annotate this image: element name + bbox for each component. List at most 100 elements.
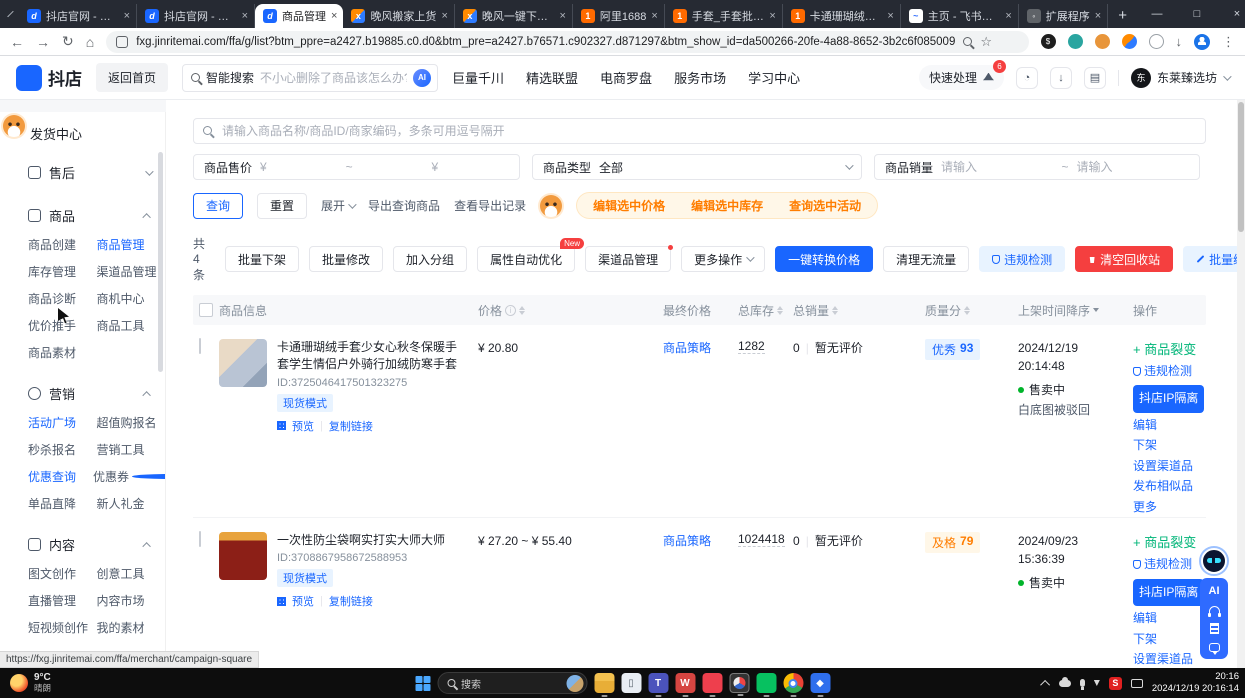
sidebar-item-product-manage[interactable]: 商品管理	[97, 236, 166, 253]
select-all-checkbox[interactable]	[199, 303, 213, 317]
sidebar-item-channel-product[interactable]: 渠道品管理	[97, 263, 166, 280]
sidebar-item-article-create[interactable]: 图文创作	[28, 565, 97, 582]
url-text[interactable]: fxg.jinritemai.com/ffa/g/list?btm_ppre=a…	[136, 36, 955, 48]
scrollbar-thumb[interactable]	[1238, 102, 1244, 232]
empty-trash-button[interactable]: 清空回收站	[1075, 246, 1173, 272]
chat-icon[interactable]	[1209, 643, 1220, 652]
set-channel-link[interactable]: 设置渠道品	[1133, 459, 1193, 473]
product-split-link[interactable]: + 商品裂变	[1133, 532, 1206, 554]
sidebar-item-stock-manage[interactable]: 库存管理	[28, 263, 97, 280]
nav-dianshang-luopan[interactable]: 电商罗盘	[600, 68, 652, 87]
reset-button[interactable]: 重置	[257, 193, 307, 219]
export-products-link[interactable]: 导出查询商品	[368, 197, 440, 214]
tab-search-chevron-icon[interactable]	[7, 11, 13, 17]
shop-account-menu[interactable]: 东 东莱臻选坊	[1131, 68, 1229, 88]
ai-button[interactable]: AI	[1209, 585, 1220, 597]
back-home-button[interactable]: 返回首页	[96, 63, 168, 92]
product-title[interactable]: 卡通珊瑚绒手套少女心秋冬保暖手套学生情侣户外骑行加绒防寒手套	[277, 339, 464, 374]
ai-robot-icon[interactable]	[1201, 548, 1227, 574]
taskbar-wechat-icon[interactable]	[756, 673, 776, 693]
tray-display-icon[interactable]	[1131, 679, 1143, 688]
sidebar-item-video-create[interactable]: 短视频创作	[28, 619, 97, 636]
taskbar-weather-widget[interactable]: 9°C 晴朗	[0, 672, 61, 693]
sales-min-input[interactable]	[941, 160, 1053, 174]
stock-value[interactable]: 1024418	[738, 532, 785, 547]
product-split-link[interactable]: + 商品裂变	[1133, 339, 1206, 361]
sidebar-group-aftersale-header[interactable]: 售后	[0, 157, 165, 188]
product-search-input[interactable]	[193, 118, 1206, 144]
clean-no-traffic-button[interactable]: 清理无流量	[883, 246, 969, 272]
browser-tab[interactable]: 抖店官网 - 抖音小×	[19, 4, 137, 28]
home-icon[interactable]: ⌂	[86, 34, 94, 50]
workbench-icon[interactable]: ▤	[1084, 67, 1106, 89]
window-close-button[interactable]: ×	[1217, 0, 1245, 28]
query-selected-activity-link[interactable]: 查询选中活动	[789, 197, 861, 214]
tab-close-icon[interactable]: ×	[331, 10, 337, 22]
doudian-logo[interactable]: 抖店	[16, 65, 82, 91]
tab-close-icon[interactable]: ×	[1005, 10, 1011, 22]
site-info-icon[interactable]	[116, 36, 128, 48]
taskbar-chrome-icon[interactable]	[783, 673, 803, 693]
sidebar-item-value-buy[interactable]: 超值购报名	[97, 414, 166, 431]
downloads-icon[interactable]: ↓	[1176, 34, 1183, 49]
browser-tab[interactable]: 主页 - 飞书云文档×	[901, 4, 1019, 28]
taskbar-wps-icon[interactable]: W	[675, 673, 695, 693]
quality-score-chip[interactable]: 及格79	[925, 532, 980, 553]
sidebar-item-coupon[interactable]: 优惠券	[93, 468, 165, 485]
window-minimize-button[interactable]: —	[1137, 0, 1177, 28]
sidebar-item-product-create[interactable]: 商品创建	[28, 236, 97, 253]
tray-expand-icon[interactable]	[1040, 679, 1050, 689]
sidebar-item-coupon-query[interactable]: 优惠查询	[28, 468, 93, 485]
nav-juliang-qianchuan[interactable]: 巨量千川	[452, 68, 504, 87]
browser-profile-avatar[interactable]	[1194, 34, 1210, 50]
quick-process-button[interactable]: 快速处理 6	[919, 65, 1004, 90]
browser-tab[interactable]: 抖店官网 - 抖音小×	[137, 4, 255, 28]
tab-close-icon[interactable]: ×	[559, 10, 565, 22]
forward-icon[interactable]: →	[36, 34, 50, 50]
batch-edit-button[interactable]: 批量编辑商品	[1183, 246, 1237, 272]
ip-isolation-button[interactable]: 抖店IP隔离	[1133, 579, 1204, 607]
tab-close-icon[interactable]: ×	[441, 10, 447, 22]
extension-shiba-icon[interactable]	[1095, 34, 1110, 49]
tab-close-icon[interactable]: ×	[1095, 10, 1101, 22]
col-quality[interactable]: 质量分	[925, 302, 1018, 319]
taskbar-teams-icon[interactable]: T	[648, 673, 668, 693]
taskbar-explorer-icon[interactable]	[594, 673, 614, 693]
tray-mic-icon[interactable]	[1080, 679, 1085, 687]
reload-icon[interactable]: ↻	[62, 33, 74, 50]
preview-link[interactable]: 预览	[292, 593, 314, 609]
extension-shiba-icon[interactable]	[540, 195, 562, 217]
sales-max-input[interactable]	[1077, 160, 1189, 174]
taskbar-clock[interactable]: 20:16 2024/12/19 20:16:14	[1152, 671, 1239, 695]
sort-icon[interactable]	[964, 306, 970, 315]
violation-check-link[interactable]: 违规检测	[1133, 554, 1206, 574]
sidebar-item-newbie-gift[interactable]: 新人礼金	[97, 495, 166, 512]
address-bar[interactable]: fxg.jinritemai.com/ffa/g/list?btm_ppre=a…	[106, 31, 1028, 53]
sidebar-item-product-material[interactable]: 商品素材	[28, 344, 100, 361]
sidebar-scrollbar[interactable]	[158, 152, 163, 372]
browser-tab[interactable]: 手套_手套批发_手×	[665, 4, 783, 28]
sidebar-group-content-header[interactable]: 内容	[0, 529, 165, 560]
add-to-group-button[interactable]: 加入分组	[393, 246, 467, 272]
sort-icon[interactable]	[832, 306, 838, 315]
browser-menu-icon[interactable]: ⋮	[1222, 34, 1235, 50]
tray-pin-icon[interactable]	[1094, 680, 1100, 686]
quality-score-chip[interactable]: 优秀93	[925, 339, 980, 360]
extension-icon-1[interactable]: $	[1041, 34, 1056, 49]
extension-floating-shiba-icon[interactable]	[3, 115, 25, 137]
sidebar-item-activity-square[interactable]: 活动广场	[28, 414, 97, 431]
edit-link[interactable]: 编辑	[1133, 418, 1157, 432]
sidebar-item-single-discount[interactable]: 单品直降	[28, 495, 97, 512]
product-title[interactable]: 一次性防尘袋啊实打实大师大师	[277, 532, 464, 549]
tab-close-icon[interactable]: ×	[887, 10, 893, 22]
sidebar-group-product-header[interactable]: 商品	[0, 200, 165, 231]
sidebar-item-flash-sale[interactable]: 秒杀报名	[28, 441, 97, 458]
query-button[interactable]: 查询	[193, 193, 243, 219]
edit-link[interactable]: 编辑	[1133, 611, 1157, 625]
channel-manage-button[interactable]: 渠道品管理	[585, 246, 671, 272]
batch-modify-button[interactable]: 批量修改	[309, 246, 383, 272]
taskbar-search[interactable]: 搜索	[437, 672, 587, 694]
ai-search-badge[interactable]: AI	[413, 69, 431, 87]
sidebar-item-content-market[interactable]: 内容市场	[97, 592, 166, 609]
tab-close-icon[interactable]: ×	[124, 10, 130, 22]
